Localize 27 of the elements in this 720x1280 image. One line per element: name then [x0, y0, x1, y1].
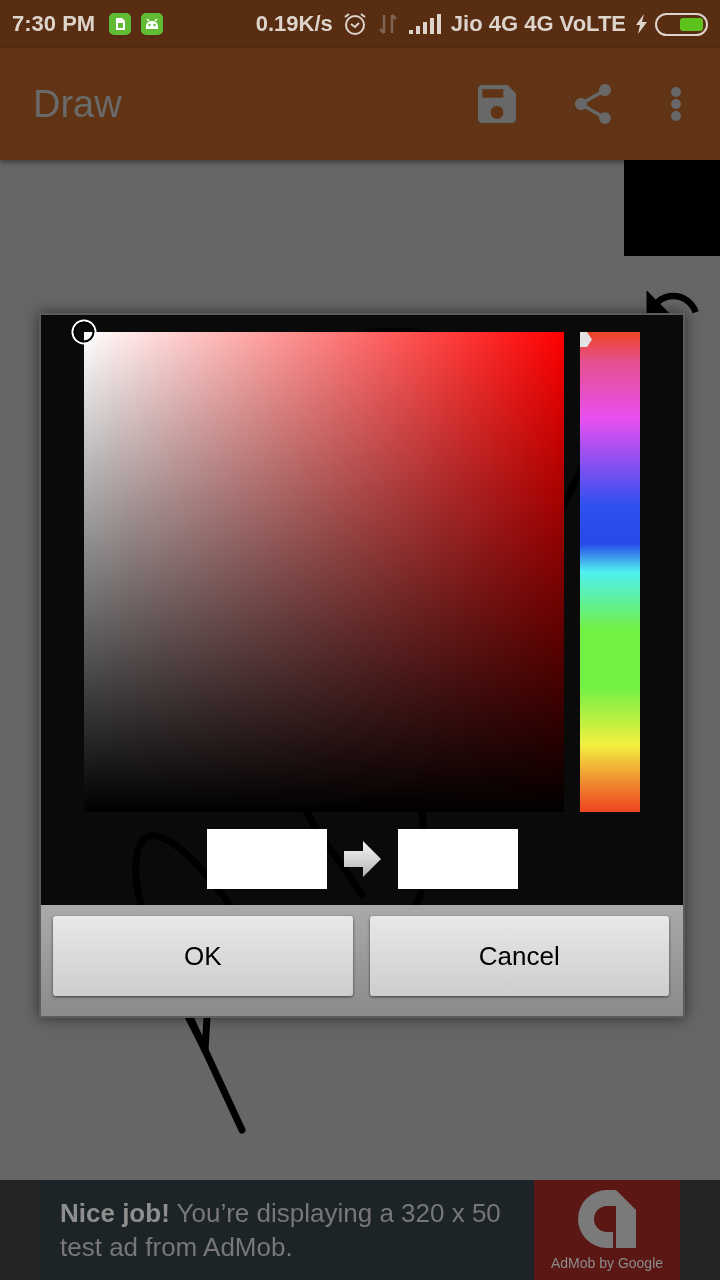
ad-brand: AdMob by Google — [550, 1256, 664, 1270]
network-speed: 0.19K/s — [255, 13, 333, 35]
dialog-button[interactable]: Cancel — [369, 916, 669, 996]
network-label: Jio 4G 4G VoLTE — [450, 13, 626, 35]
ad-text: Nice job! You’re displaying a 320 x 50 test ad from AdMob. — [60, 1197, 502, 1264]
data-arrows-icon — [378, 13, 397, 35]
ad-banner[interactable]: Nice job! You’re displaying a 320 x 50 test ad from AdMob. AdMob by Google — [0, 1180, 720, 1280]
sim-card-icon — [109, 13, 132, 35]
share-icon[interactable] — [574, 84, 612, 124]
more-icon[interactable] — [670, 86, 682, 122]
battery-icon — [655, 12, 708, 36]
status-time: 7:30 PM — [12, 13, 96, 35]
dialog-button[interactable]: OK — [53, 916, 353, 996]
signal-bars-icon — [408, 14, 441, 34]
undo-icon[interactable] — [644, 290, 700, 316]
save-icon[interactable] — [478, 85, 516, 123]
hue-slider[interactable] — [580, 332, 640, 812]
saturation-value-field[interactable] — [84, 332, 564, 812]
arrow-right-icon — [343, 841, 381, 877]
charging-bolt-icon — [636, 14, 647, 34]
brush-color-swatch[interactable] — [624, 160, 720, 256]
app-title: Draw — [33, 85, 122, 123]
alarm-icon — [342, 12, 367, 36]
android-icon — [141, 13, 164, 35]
admob-logo-icon — [578, 1190, 636, 1248]
hue-slider-thumb[interactable] — [580, 332, 592, 347]
picker-ring-icon[interactable] — [71, 319, 97, 345]
